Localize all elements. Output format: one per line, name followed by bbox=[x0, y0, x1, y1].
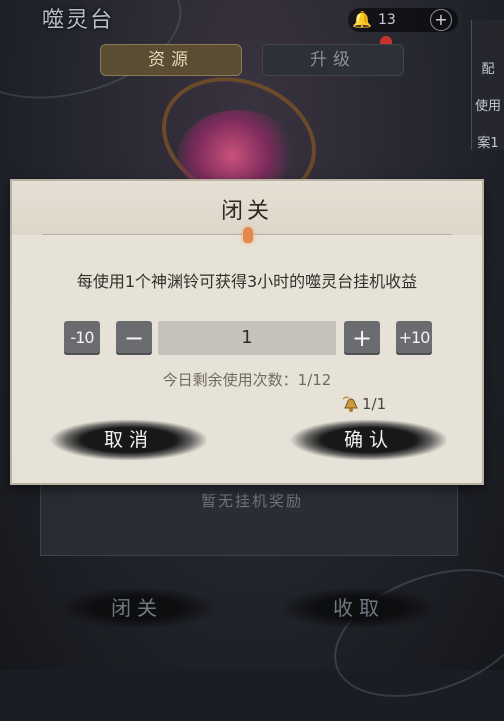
divider bbox=[42, 234, 242, 235]
dialog-description: 每使用1个神渊铃可获得3小时的噬灵台挂机收益 bbox=[76, 272, 418, 291]
divider bbox=[252, 234, 452, 235]
bell-cost-icon bbox=[342, 396, 358, 412]
retreat-dialog: 闭关 每使用1个神渊铃可获得3小时的噬灵台挂机收益 -10 − 1 + +10 … bbox=[12, 181, 482, 483]
minus-1-button[interactable]: − bbox=[116, 321, 152, 355]
dialog-title: 闭关 bbox=[220, 199, 273, 224]
side-panel[interactable]: 配 使用 案1 bbox=[471, 20, 504, 151]
remaining-value: 1/12 bbox=[297, 371, 332, 389]
flame-ornament-icon bbox=[243, 227, 253, 243]
minus-10-button[interactable]: -10 bbox=[64, 321, 100, 355]
cost-value: 1/1 bbox=[362, 395, 387, 413]
cancel-button[interactable]: 取消 bbox=[50, 417, 208, 463]
empty-reward-text: 暂无挂机奖励 bbox=[200, 492, 303, 510]
tab-resource[interactable]: 资源 bbox=[100, 44, 242, 76]
side-panel-label: 案1 bbox=[477, 136, 499, 151]
cost-row: 1/1 bbox=[342, 395, 386, 413]
side-panel-label: 使用 bbox=[474, 99, 501, 114]
remaining-label: 今日剩余使用次数： bbox=[162, 371, 298, 389]
retreat-button[interactable]: 闭关 bbox=[62, 588, 212, 628]
tab-upgrade[interactable]: 升级 bbox=[262, 44, 404, 76]
collect-button[interactable]: 收取 bbox=[284, 588, 434, 628]
decorative-swirl bbox=[316, 544, 504, 721]
plus-1-button[interactable]: + bbox=[344, 321, 380, 355]
remaining-uses: 今日剩余使用次数：1/12 bbox=[12, 369, 482, 390]
screen-title: 噬灵台 bbox=[42, 8, 115, 33]
side-panel-label: 配 bbox=[481, 62, 495, 77]
currency-counter: 🔔 13 + bbox=[348, 8, 458, 32]
quantity-field[interactable]: 1 bbox=[158, 321, 336, 355]
confirm-button[interactable]: 确认 bbox=[290, 417, 448, 463]
plus-circle-icon[interactable]: + bbox=[430, 9, 452, 31]
bell-currency-icon: 🔔 bbox=[352, 10, 372, 29]
plus-10-button[interactable]: +10 bbox=[396, 321, 432, 355]
currency-count: 13 bbox=[378, 12, 396, 28]
